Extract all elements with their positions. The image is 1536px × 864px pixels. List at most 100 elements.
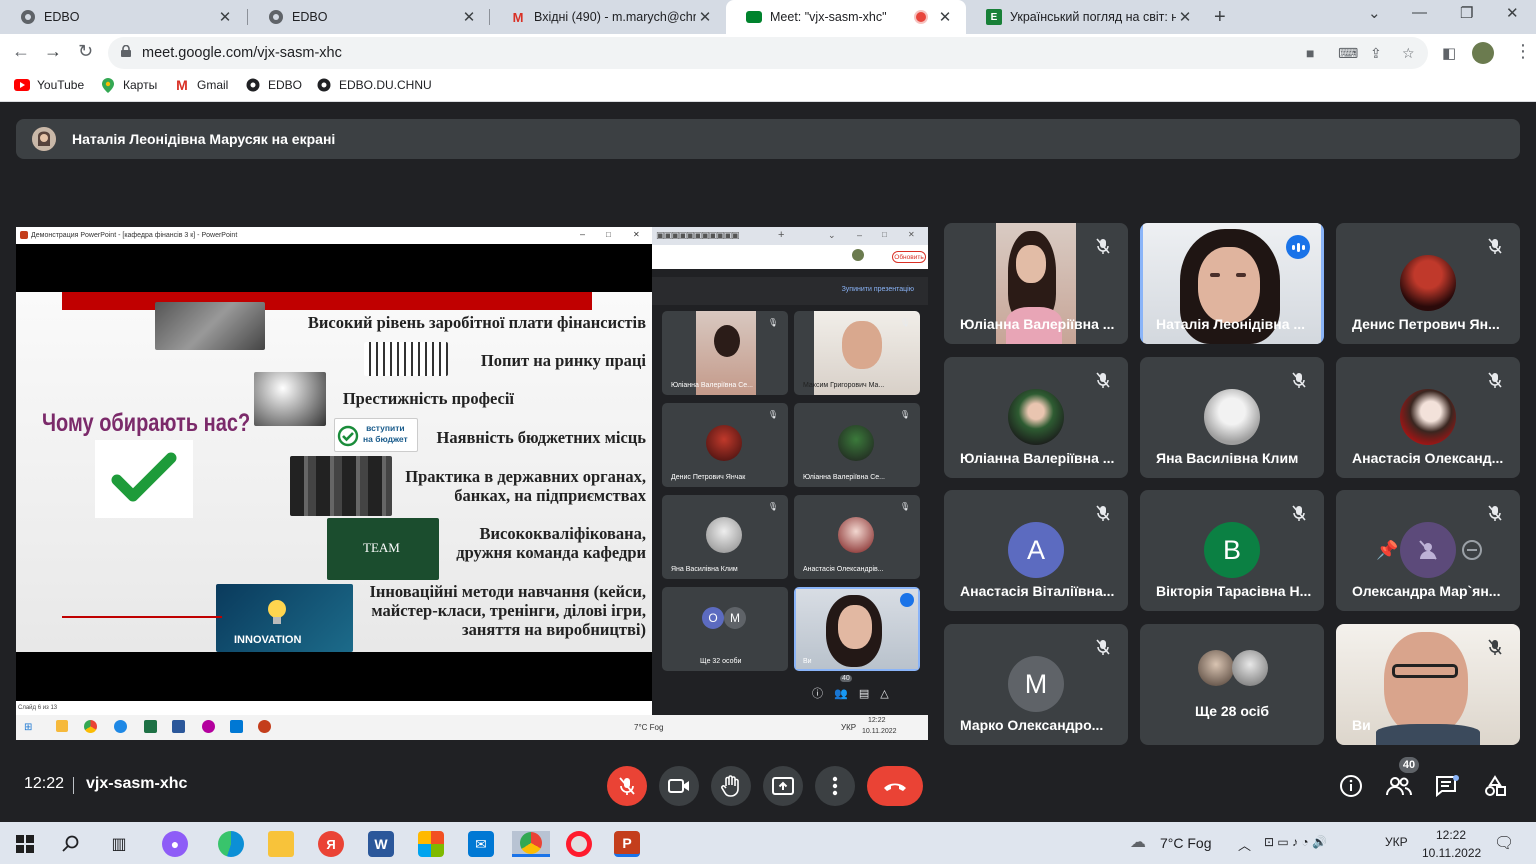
bookmark-edbo-du-chnu[interactable]: EDBO.DU.CHNU bbox=[316, 78, 432, 92]
participant-tile-speaking[interactable]: Наталія Леонідівна ... bbox=[1140, 223, 1324, 344]
activities-button[interactable] bbox=[1481, 772, 1509, 800]
meeting-code: vjx-sasm-xhc bbox=[86, 775, 188, 792]
speaking-indicator-icon bbox=[900, 593, 914, 607]
mini-tile: 🎙 Яна Василівна Клим bbox=[662, 495, 788, 579]
participant-tile[interactable]: Юліанна Валеріївна ... bbox=[944, 357, 1128, 478]
bookmark-star-icon[interactable]: ☆ bbox=[1402, 45, 1415, 62]
chrome-icon bbox=[520, 831, 542, 854]
tab-search-chevron-icon[interactable]: ⌄ bbox=[1368, 4, 1381, 22]
windows-start-icon[interactable] bbox=[12, 831, 38, 857]
mic-off-icon: 🎙 bbox=[899, 410, 910, 419]
taskbar-weather[interactable]: 7°C Fog bbox=[1160, 835, 1212, 851]
mini-tile-name: Максим Григорович Ма... bbox=[803, 382, 885, 389]
notification-icon[interactable]: 🗨 bbox=[1494, 833, 1514, 853]
participant-tile[interactable]: А Анастасія Віталіївна... bbox=[944, 490, 1128, 611]
meeting-details-button[interactable] bbox=[1337, 772, 1365, 800]
more-options-button[interactable] bbox=[815, 766, 855, 806]
close-icon[interactable]: ✕ bbox=[936, 8, 954, 26]
side-panel-icon[interactable]: ◧ bbox=[1442, 44, 1456, 62]
back-arrow-icon[interactable]: ← bbox=[12, 41, 30, 62]
camera-icon[interactable]: ■ bbox=[1306, 45, 1314, 61]
chrome-taskbar-button[interactable] bbox=[512, 831, 550, 857]
participant-tile[interactable]: 📌 Олександра Мар`ян... bbox=[1336, 490, 1520, 611]
mic-off-icon bbox=[1488, 238, 1502, 254]
opera-icon[interactable] bbox=[566, 831, 592, 857]
close-icon[interactable]: ✕ bbox=[216, 8, 234, 26]
task-view-icon[interactable]: ▥ bbox=[106, 831, 132, 857]
taskbar-date[interactable]: 10.11.2022 bbox=[1422, 846, 1481, 860]
mic-off-icon: 🎙 bbox=[899, 318, 910, 327]
taskbar-lang[interactable]: УКР bbox=[1385, 835, 1408, 849]
store-icon[interactable] bbox=[418, 831, 444, 857]
mic-off-icon: 🎙 bbox=[899, 502, 910, 511]
globe-icon bbox=[316, 78, 332, 92]
forward-arrow-icon[interactable]: → bbox=[44, 41, 62, 62]
lock-icon[interactable] bbox=[121, 45, 131, 57]
participant-count-badge: 40 bbox=[1399, 757, 1419, 773]
chat-button[interactable] bbox=[1433, 772, 1461, 800]
tab-edbo-2[interactable]: EDBO ✕ bbox=[248, 0, 490, 34]
minimize-button[interactable]: — bbox=[1412, 4, 1427, 21]
powerpoint-icon[interactable]: P bbox=[614, 831, 640, 857]
bookmark-maps[interactable]: Карты bbox=[100, 77, 158, 93]
mail-icon[interactable]: ✉ bbox=[468, 831, 494, 857]
restore-button[interactable]: ❐ bbox=[1460, 4, 1473, 22]
business-people-image bbox=[290, 456, 392, 516]
participant-name: Яна Василівна Клим bbox=[1156, 450, 1299, 466]
tray-chevron-icon[interactable]: ︿ bbox=[1238, 835, 1251, 854]
tab-meet[interactable]: Meet: "vjx-sasm-xhc" ✕ bbox=[726, 0, 966, 34]
menu-dots-icon[interactable]: ⋮ bbox=[1514, 41, 1532, 62]
address-bar[interactable]: meet.google.com/vjx-sasm-xhc ■ ⌨ ⇪ ☆ bbox=[108, 37, 1428, 69]
hang-up-icon bbox=[884, 783, 906, 791]
slide-counter: Слайд 6 из 13 bbox=[18, 705, 58, 711]
inner-windows-taskbar: ⊞ 7°C Fog УКР 12:22 10.11.2022 bbox=[16, 715, 928, 740]
participant-tile[interactable]: Анастасія Олександ... bbox=[1336, 357, 1520, 478]
share-icon[interactable]: ⇪ bbox=[1370, 45, 1382, 62]
search-icon[interactable] bbox=[58, 831, 84, 857]
participant-tile[interactable]: Яна Василівна Клим bbox=[1140, 357, 1324, 478]
people-button[interactable] bbox=[1385, 772, 1413, 800]
slide-bullet: Практика в державних органах, банках, на… bbox=[405, 467, 646, 505]
pin-icon[interactable]: 📌 bbox=[1376, 540, 1398, 561]
edge-icon[interactable] bbox=[218, 831, 244, 857]
close-icon[interactable]: ✕ bbox=[696, 8, 714, 26]
leave-call-button[interactable] bbox=[867, 766, 923, 806]
tab-gmail[interactable]: M Вхідні (490) - m.marych@chnu.e ✕ bbox=[490, 0, 726, 34]
participant-tile[interactable]: Юліанна Валеріївна ... bbox=[944, 223, 1128, 344]
file-explorer-icon[interactable] bbox=[268, 831, 294, 857]
mic-toggle-button[interactable] bbox=[607, 766, 647, 806]
close-icon[interactable]: ✕ bbox=[1176, 8, 1194, 26]
bookmarks-bar: YouTube Карты M Gmail EDBO EDBO.DU.CHNU bbox=[0, 72, 1536, 102]
participant-tile-more[interactable]: Ще 28 осіб bbox=[1140, 624, 1324, 745]
present-screen-button[interactable] bbox=[763, 766, 803, 806]
close-icon[interactable]: ✕ bbox=[460, 8, 478, 26]
tab-edbo-1[interactable]: EDBO ✕ bbox=[0, 0, 246, 34]
presenter-banner: Наталія Леонідівна Марусяк на екрані bbox=[16, 119, 1520, 159]
tray-icons[interactable]: ⊡ ▭ ♪ ◔ 🔊 bbox=[1264, 835, 1327, 849]
participant-tile[interactable]: Денис Петрович Ян... bbox=[1336, 223, 1520, 344]
window-close-button[interactable]: ✕ bbox=[1506, 4, 1519, 22]
raise-hand-button[interactable] bbox=[711, 766, 751, 806]
word-icon[interactable]: W bbox=[368, 831, 394, 857]
remove-icon[interactable] bbox=[1462, 540, 1482, 560]
reload-icon[interactable]: ↻ bbox=[78, 41, 93, 62]
tab-title: Вхідні (490) - m.marych@chnu.e bbox=[534, 10, 696, 24]
bookmark-gmail[interactable]: M Gmail bbox=[174, 77, 228, 93]
tab-sheets[interactable]: E Український погляд на світ: нов ✕ bbox=[966, 0, 1206, 34]
bookmark-youtube[interactable]: YouTube bbox=[14, 78, 84, 92]
new-tab-button[interactable]: + bbox=[1214, 6, 1226, 29]
participant-tile[interactable]: В Вікторія Тарасівна Н... bbox=[1140, 490, 1324, 611]
participant-name: Денис Петрович Ян... bbox=[1352, 316, 1500, 332]
yandex-icon[interactable]: Я bbox=[318, 831, 344, 857]
mic-off-icon bbox=[1488, 639, 1502, 655]
translate-icon[interactable]: ⌨ bbox=[1338, 45, 1358, 62]
camera-toggle-button[interactable] bbox=[659, 766, 699, 806]
participant-tile[interactable]: М Марко Олександро... bbox=[944, 624, 1128, 745]
profile-avatar[interactable] bbox=[1472, 42, 1494, 64]
participant-tile-self[interactable]: Ви bbox=[1336, 624, 1520, 745]
bookmark-edbo[interactable]: EDBO bbox=[245, 78, 302, 92]
taskbar-time[interactable]: 12:22 bbox=[1436, 828, 1466, 842]
cortana-icon[interactable]: ● bbox=[162, 831, 188, 857]
bookmark-label: Карты bbox=[123, 78, 158, 92]
url-text[interactable]: meet.google.com/vjx-sasm-xhc bbox=[142, 45, 342, 61]
